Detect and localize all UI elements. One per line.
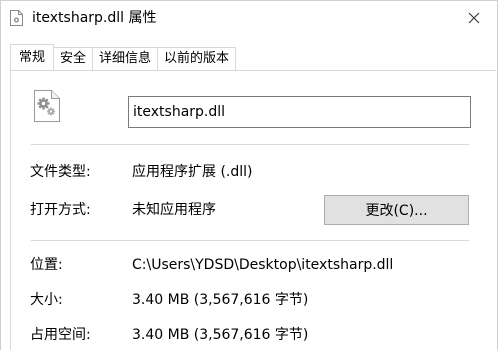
- close-icon: [468, 9, 480, 28]
- location-label: 位置:: [30, 257, 63, 273]
- size-on-disk-value: 3.40 MB (3,567,616 字节): [132, 327, 309, 343]
- tab-security[interactable]: 安全: [54, 47, 94, 70]
- close-button[interactable]: [451, 1, 497, 35]
- tab-previous-versions[interactable]: 以前的版本: [158, 47, 237, 70]
- dll-gear-file-icon: [34, 90, 60, 122]
- window-title: itextsharp.dll 属性: [32, 10, 157, 26]
- open-with-value: 未知应用程序: [132, 202, 216, 218]
- size-label: 大小:: [30, 292, 63, 308]
- tab-general[interactable]: 常规: [10, 44, 55, 70]
- dll-file-icon: [10, 10, 23, 26]
- tab-details[interactable]: 详细信息: [93, 47, 159, 70]
- file-name-input[interactable]: [128, 96, 471, 128]
- open-with-label: 打开方式:: [30, 202, 91, 218]
- change-button[interactable]: 更改(C)...: [324, 195, 469, 225]
- location-value: C:\Users\YDSD\Desktop\itextsharp.dll: [132, 257, 394, 273]
- size-on-disk-label: 占用空间:: [30, 327, 91, 343]
- file-type-value: 应用程序扩展 (.dll): [132, 164, 253, 180]
- divider: [31, 240, 469, 241]
- size-value: 3.40 MB (3,567,616 字节): [132, 292, 309, 308]
- properties-window: itextsharp.dll 属性 常规 安全 详细信息 以前的版本 itext…: [0, 0, 498, 350]
- title-bar[interactable]: itextsharp.dll 属性: [1, 1, 497, 35]
- tab-strip: 常规 安全 详细信息 以前的版本: [10, 44, 237, 70]
- file-type-label: 文件类型:: [30, 164, 91, 180]
- divider: [31, 144, 469, 145]
